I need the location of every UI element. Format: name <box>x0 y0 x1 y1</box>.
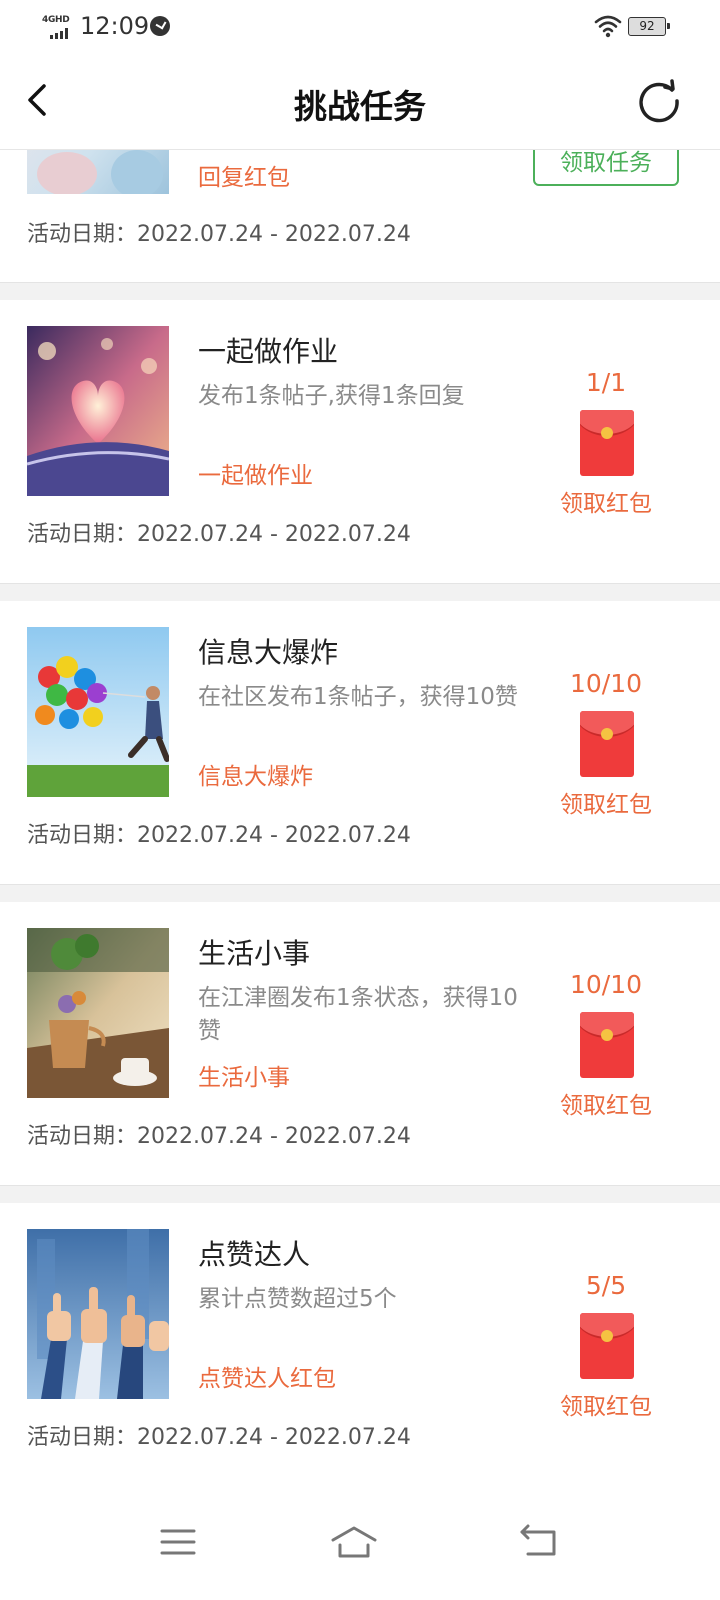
task-date: 活动日期：2022.07.24 - 2022.07.24 <box>27 823 411 848</box>
network-type: 4GHD <box>42 15 70 25</box>
battery-icon: 92 <box>628 17 670 36</box>
task-title: 生活小事 <box>198 937 311 970</box>
claim-task-button[interactable]: 领取任务 <box>533 150 679 186</box>
wifi-icon <box>594 14 622 38</box>
divider <box>0 1185 720 1203</box>
red-envelope-icon[interactable] <box>580 1313 634 1379</box>
refresh-button[interactable] <box>636 78 682 124</box>
task-reward-tag: 回复红包 <box>198 165 290 191</box>
status-bar: 4GHD 12:09 92 <box>0 0 720 56</box>
red-envelope-icon[interactable] <box>580 410 634 476</box>
page-title: 挑战任务 <box>294 87 426 126</box>
home-icon <box>331 1526 377 1558</box>
divider <box>0 583 720 601</box>
clock-icon <box>150 16 170 36</box>
task-list[interactable]: 回复红包 领取任务 活动日期：2022.07.24 - 2022.07.24 一… <box>0 150 720 1490</box>
task-description: 发布1条帖子,获得1条回复 <box>198 383 465 409</box>
task-title: 信息大爆炸 <box>198 636 339 669</box>
task-date: 活动日期：2022.07.24 - 2022.07.24 <box>27 522 411 547</box>
task-card: 点赞达人 累计点赞数超过5个 点赞达人红包 5/5 领取红包 活动日期：2022… <box>0 1203 720 1490</box>
task-card: 生活小事 在江津圈发布1条状态，获得10赞 生活小事 10/10 领取红包 活动… <box>0 902 720 1185</box>
menu-button[interactable] <box>154 1518 202 1566</box>
task-date: 活动日期：2022.07.24 - 2022.07.24 <box>27 1124 411 1149</box>
task-reward-tag: 点赞达人红包 <box>198 1366 336 1392</box>
task-date: 活动日期：2022.07.24 - 2022.07.24 <box>27 222 411 247</box>
task-card: 信息大爆炸 在社区发布1条帖子，获得10赞 信息大爆炸 10/10 领取红包 活… <box>0 601 720 884</box>
home-button[interactable] <box>330 1518 378 1566</box>
system-nav-bar <box>0 1490 720 1600</box>
status-time: 12:09 <box>80 12 150 40</box>
task-description: 在江津圈发布1条状态，获得10赞 <box>198 985 518 1044</box>
task-title: 一起做作业 <box>198 335 339 368</box>
task-progress: 5/5 <box>585 1271 627 1300</box>
task-reward-tag: 信息大爆炸 <box>198 764 313 790</box>
task-description: 累计点赞数超过5个 <box>198 1286 397 1312</box>
red-envelope-icon[interactable] <box>580 1012 634 1078</box>
divider <box>0 282 720 300</box>
header: 挑战任务 <box>0 56 720 150</box>
task-progress: 10/10 <box>569 970 643 999</box>
claim-red-envelope-button[interactable]: 领取红包 <box>540 484 672 518</box>
task-card: 一起做作业 发布1条帖子,获得1条回复 一起做作业 1/1 领取红包 活动日期：… <box>0 300 720 583</box>
task-image <box>27 1229 169 1399</box>
claim-red-envelope-button[interactable]: 领取红包 <box>540 1086 672 1120</box>
task-progress: 10/10 <box>569 669 643 698</box>
red-envelope-icon[interactable] <box>580 711 634 777</box>
task-progress: 1/1 <box>585 368 627 397</box>
back-icon <box>520 1524 556 1556</box>
task-image <box>27 928 169 1098</box>
task-image <box>27 150 169 194</box>
battery-level: 92 <box>639 19 655 33</box>
task-card: 回复红包 领取任务 活动日期：2022.07.24 - 2022.07.24 <box>0 150 720 282</box>
task-image <box>27 326 169 496</box>
menu-icon <box>160 1529 196 1555</box>
task-date: 活动日期：2022.07.24 - 2022.07.24 <box>27 1425 411 1450</box>
task-image <box>27 627 169 797</box>
divider <box>0 884 720 902</box>
task-title: 点赞达人 <box>198 1238 311 1271</box>
claim-red-envelope-button[interactable]: 领取红包 <box>540 785 672 819</box>
task-reward-tag: 一起做作业 <box>198 463 313 489</box>
refresh-icon <box>639 79 679 123</box>
task-description: 在社区发布1条帖子，获得10赞 <box>198 684 518 710</box>
task-reward-tag: 生活小事 <box>198 1065 290 1091</box>
signal-icon: 4GHD <box>42 15 74 41</box>
system-back-button[interactable] <box>516 1518 564 1566</box>
claim-red-envelope-button[interactable]: 领取红包 <box>540 1387 672 1421</box>
